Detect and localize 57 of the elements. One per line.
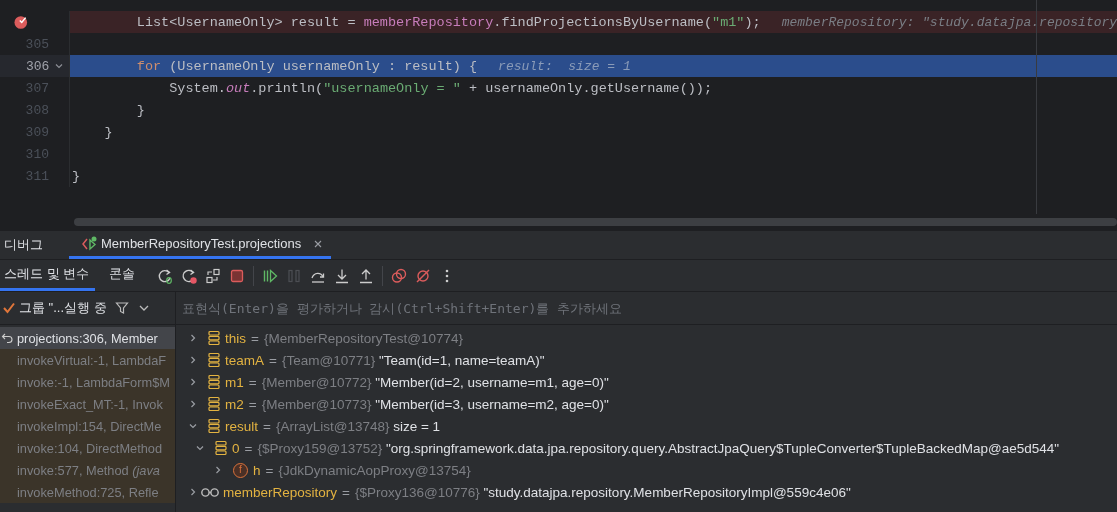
resume-icon[interactable] bbox=[262, 267, 279, 284]
breakpoints-icon[interactable] bbox=[391, 267, 408, 284]
chevron-right-icon[interactable] bbox=[188, 377, 198, 387]
stack-icon bbox=[208, 396, 220, 412]
code-line: System.out.println("usernameOnly = " + usernameOnly.getUsername()); bbox=[168, 80, 713, 96]
step-out-icon[interactable] bbox=[358, 267, 375, 284]
inline-value-hint: result: size = 1 bbox=[498, 58, 631, 74]
test-run-icon bbox=[81, 235, 97, 252]
close-icon[interactable] bbox=[313, 238, 324, 249]
field-icon: f bbox=[233, 462, 248, 478]
mute-breakpoints-icon[interactable] bbox=[415, 267, 432, 284]
code-line: List<UsernameOnly> result = memberRepository.findProjectionsByUsername("m1"); bbox=[135, 14, 761, 30]
check-icon bbox=[2, 301, 16, 315]
variable-entry[interactable]: 0 = {$Proxy159@13752} "org.springframework.data.jpa.repository.query.AbstractJpaQuery$TupleConverter$TupleBackedMap@ae5d544" bbox=[232, 440, 1060, 456]
code-line: for (UsernameOnly usernameOnly : result) { bbox=[135, 58, 478, 74]
variable-entry[interactable]: memberRepository = {$Proxy136@10776} "study.datajpa.repository.MemberRepositoryImpl@559c4e06" bbox=[223, 484, 851, 500]
stack-frame[interactable]: projections:306, Member bbox=[0, 327, 175, 349]
breakpoint-icon[interactable] bbox=[13, 14, 29, 30]
chevron-right-icon[interactable] bbox=[188, 333, 198, 343]
chevron-down-icon[interactable] bbox=[188, 421, 198, 431]
thread-selector[interactable]: 그룹 "...실행 중 bbox=[2, 299, 107, 317]
expression-field[interactable]: 표현식(Enter)을 평가하거나 감시(Ctrl+Shift+Enter)를 추가하세요 bbox=[176, 293, 1117, 323]
rerun-failed-icon[interactable] bbox=[181, 267, 198, 284]
variable-entry[interactable]: this = {MemberRepositoryTest@10774} bbox=[225, 330, 463, 346]
stop-icon[interactable] bbox=[229, 267, 246, 284]
stack-icon bbox=[208, 352, 220, 368]
return-arrow-icon bbox=[1, 332, 13, 344]
session-tab[interactable]: MemberRepositoryTest.projections bbox=[69, 231, 332, 259]
code-line: } bbox=[135, 102, 145, 118]
view-tab[interactable]: 콘솔 bbox=[105, 260, 142, 291]
stack-icon bbox=[208, 374, 220, 390]
panel-title: 디버그 bbox=[3, 236, 44, 254]
variable-entry[interactable]: h = {JdkDynamicAopProxy@13754} bbox=[253, 462, 471, 478]
stack-icon bbox=[208, 330, 220, 346]
chevron-down-icon[interactable] bbox=[54, 61, 65, 71]
stack-icon bbox=[215, 440, 227, 456]
view-tab[interactable]: 스레드 및 변수 bbox=[0, 260, 96, 291]
variable-entry[interactable]: teamA = {Team@10771} "Team(id=1, name=teamA)" bbox=[225, 352, 545, 368]
swap-icon[interactable] bbox=[205, 267, 222, 284]
scrollbar[interactable] bbox=[74, 218, 1117, 226]
step-into-icon[interactable] bbox=[334, 267, 351, 284]
variable-entry[interactable]: m2 = {Member@10773} "Member(id=3, username=m2, age=0)" bbox=[225, 396, 609, 412]
glasses-icon bbox=[200, 486, 220, 498]
chevron-down-icon[interactable] bbox=[195, 443, 205, 453]
code-line: } bbox=[103, 124, 113, 140]
filter-icon[interactable] bbox=[114, 301, 129, 315]
chevron-right-icon[interactable] bbox=[188, 355, 198, 365]
inline-value-hint: memberRepository: "study.datajpa.repository bbox=[781, 14, 1117, 30]
chevron-right-icon[interactable] bbox=[188, 399, 198, 409]
chevron-right-icon[interactable] bbox=[213, 465, 223, 475]
rerun-icon[interactable] bbox=[157, 267, 174, 284]
variable-entry[interactable]: m1 = {Member@10772} "Member(id=2, username=m1, age=0)" bbox=[225, 374, 609, 390]
variable-entry[interactable]: result = {ArrayList@13748} size = 1 bbox=[225, 418, 441, 434]
line-number: 306 bbox=[24, 58, 50, 74]
stack-icon bbox=[208, 418, 220, 434]
code-line: } bbox=[72, 168, 81, 184]
chevron-right-icon[interactable] bbox=[188, 487, 198, 497]
